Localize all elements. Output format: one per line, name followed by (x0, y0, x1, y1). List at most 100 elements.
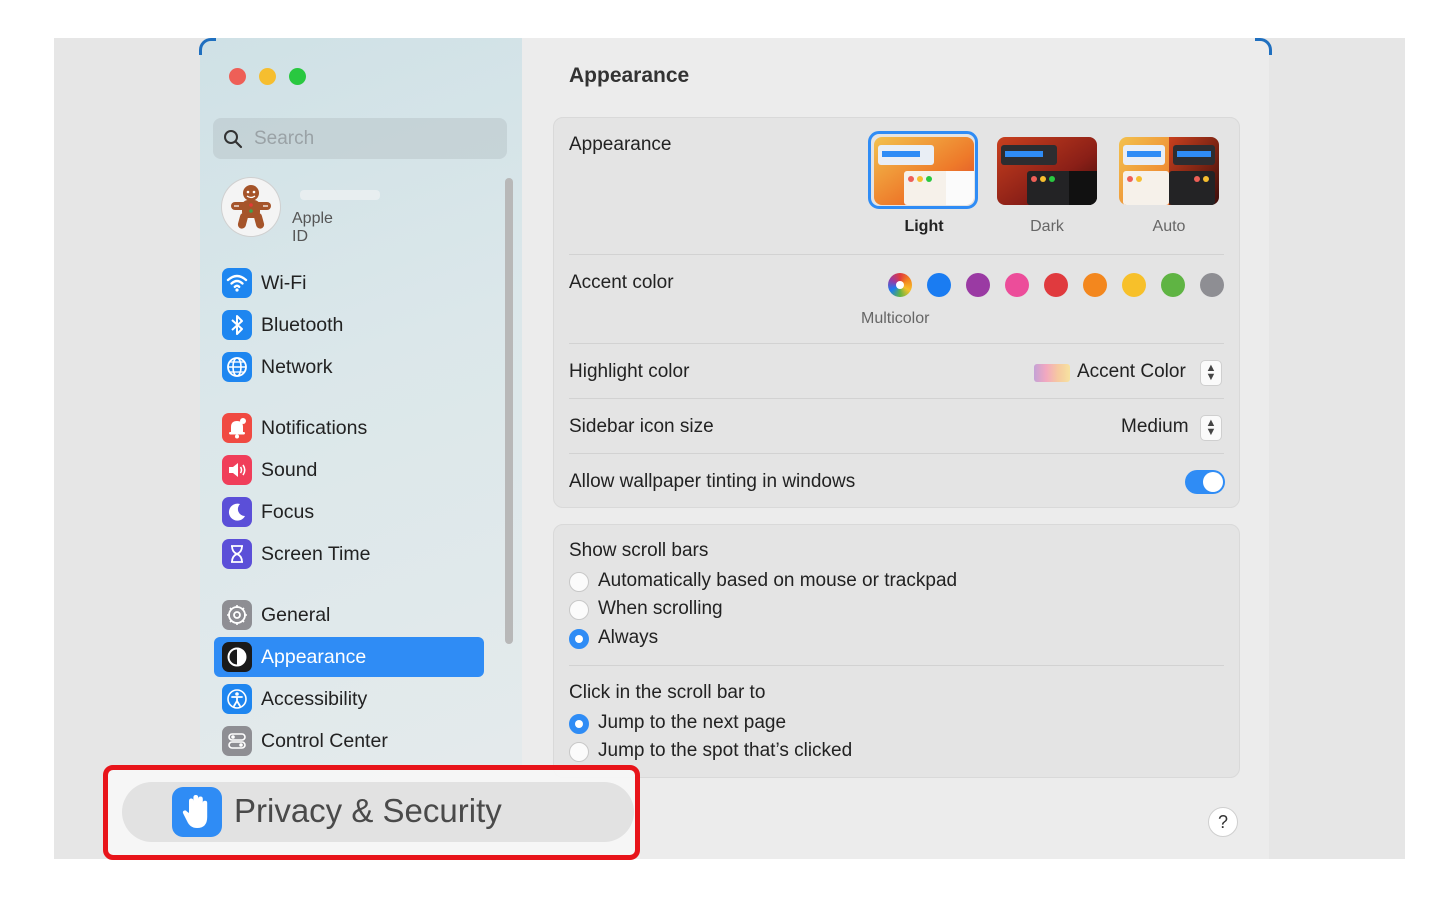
radio-jump-next-page-label[interactable]: Jump to the next page (598, 712, 786, 734)
multicolor-center-dot (896, 281, 904, 289)
hand-icon (172, 787, 222, 837)
sidebar-item-label: Network (261, 356, 333, 378)
search-placeholder: Search (254, 128, 315, 149)
accent-swatch-graphite[interactable] (1200, 273, 1224, 297)
sidebar-item-screen-time[interactable]: Screen Time (214, 534, 484, 574)
appearance-option-dark[interactable] (997, 137, 1097, 205)
appearance-option-dark-label: Dark (1030, 218, 1064, 235)
sidebar-item-label: Notifications (261, 417, 368, 439)
main-pane: Appearance Appearance Light Dark Auto Ac… (522, 38, 1269, 859)
gear-icon (222, 600, 252, 630)
sidebar-item-label: Control Center (261, 730, 388, 752)
gingerbread-avatar-icon (231, 185, 271, 229)
appearance-option-auto[interactable] (1119, 137, 1219, 205)
globe-icon (222, 352, 252, 382)
accent-swatch-pink[interactable] (1005, 273, 1029, 297)
help-button[interactable]: ? (1208, 807, 1238, 837)
appearance-panel: Appearance Light Dark Auto Accent color … (553, 117, 1240, 508)
avatar (222, 178, 280, 236)
speaker-icon (222, 455, 252, 485)
toggles-icon (222, 726, 252, 756)
sidebar-item-appearance[interactable]: Appearance (214, 637, 484, 677)
highlight-color-stepper[interactable]: ▲ ▼ (1200, 360, 1222, 386)
sidebar-item-focus[interactable]: Focus (214, 492, 484, 532)
accent-swatch-orange[interactable] (1083, 273, 1107, 297)
divider (569, 398, 1224, 399)
accessibility-icon (222, 684, 252, 714)
wallpaper-tinting-toggle[interactable] (1185, 470, 1225, 494)
sidebar-item-label: Bluetooth (261, 314, 344, 336)
show-scroll-bars-label: Show scroll bars (569, 540, 709, 561)
sidebar-item-network[interactable]: Network (214, 347, 484, 387)
sidebar-item-control-center[interactable]: Control Center (214, 721, 484, 761)
wifi-icon (222, 268, 252, 298)
appearance-label: Appearance (569, 134, 672, 155)
sidebar-icon-size-label: Sidebar icon size (569, 416, 714, 437)
accent-swatch-blue[interactable] (927, 273, 951, 297)
sidebar-icon-size-popup[interactable]: Medium (1121, 416, 1189, 438)
bell-icon (222, 413, 252, 443)
sidebar-item-sound[interactable]: Sound (214, 450, 484, 490)
divider (569, 343, 1224, 344)
page-title: Appearance (569, 64, 690, 87)
sidebar-item-accessibility[interactable]: Accessibility (214, 679, 484, 719)
highlight-color-popup[interactable]: Accent Color (1077, 361, 1186, 383)
privacy-security-callout: Privacy & Security (103, 765, 640, 860)
sidebar-item-label: Appearance (261, 646, 367, 668)
radio-scroll-when-scrolling[interactable] (569, 600, 589, 620)
sidebar-item-label: Focus (261, 501, 315, 523)
blurred-account-name (300, 190, 380, 200)
accent-swatch-yellow[interactable] (1122, 273, 1146, 297)
sidebar-scrollbar[interactable] (505, 178, 513, 644)
divider (569, 665, 1224, 666)
radio-scroll-automatic-label[interactable]: Automatically based on mouse or trackpad (598, 570, 957, 592)
appearance-option-light-label: Light (904, 218, 944, 235)
sidebar-item-bluetooth[interactable]: Bluetooth (214, 305, 484, 345)
sidebar-item-label: Accessibility (261, 688, 368, 710)
sidebar-item-label: Wi-Fi (261, 272, 307, 294)
wallpaper-tinting-label: Allow wallpaper tinting in windows (569, 471, 856, 492)
sidebar-item-notifications[interactable]: Notifications (214, 408, 484, 448)
minimize-button[interactable] (259, 68, 276, 85)
system-settings-window: Search Apple ID Wi-Fi Bluetooth Network … (200, 38, 1269, 859)
accent-swatch-red[interactable] (1044, 273, 1068, 297)
accent-swatch-purple[interactable] (966, 273, 990, 297)
highlight-color-label: Highlight color (569, 361, 690, 382)
radio-jump-to-spot-label[interactable]: Jump to the spot that’s clicked (598, 740, 852, 762)
window-corner-accent (199, 38, 216, 55)
sidebar-item-label: General (261, 604, 331, 626)
radio-scroll-always-label[interactable]: Always (598, 627, 658, 649)
radio-jump-to-spot[interactable] (569, 742, 589, 762)
search-field[interactable]: Search (213, 118, 507, 159)
chevron-updown-icon: ▲ ▼ (1205, 362, 1217, 383)
divider (569, 453, 1224, 454)
radio-scroll-always[interactable] (569, 629, 589, 649)
search-icon (224, 130, 243, 149)
accent-swatch-multicolor[interactable] (888, 273, 912, 297)
appearance-icon (222, 642, 252, 672)
privacy-security-label[interactable]: Privacy & Security (234, 792, 502, 830)
accent-selected-caption: Multicolor (861, 310, 930, 327)
sidebar-item-general[interactable]: General (214, 595, 484, 635)
scroll-bars-panel: Show scroll bars Automatically based on … (553, 524, 1240, 778)
sidebar-item-wifi[interactable]: Wi-Fi (214, 263, 484, 303)
radio-jump-next-page[interactable] (569, 714, 589, 734)
hourglass-icon (222, 539, 252, 569)
toggle-knob (1203, 472, 1223, 492)
radio-scroll-automatic[interactable] (569, 572, 589, 592)
zoom-button[interactable] (289, 68, 306, 85)
apple-id-label: Apple ID (292, 210, 333, 245)
chevron-updown-icon: ▲ ▼ (1205, 417, 1217, 438)
close-button[interactable] (229, 68, 246, 85)
accent-swatch-green[interactable] (1161, 273, 1185, 297)
accent-color-label: Accent color (569, 272, 674, 293)
sidebar-item-label: Screen Time (261, 543, 371, 565)
sidebar: Search Apple ID Wi-Fi Bluetooth Network … (200, 38, 523, 859)
moon-icon (222, 497, 252, 527)
sidebar-icon-size-stepper[interactable]: ▲ ▼ (1200, 415, 1222, 441)
appearance-option-auto-label: Auto (1152, 218, 1186, 235)
highlight-color-swatch (1034, 364, 1070, 382)
appearance-option-light[interactable] (874, 137, 974, 205)
radio-scroll-when-scrolling-label[interactable]: When scrolling (598, 598, 723, 620)
click-scroll-bar-label: Click in the scroll bar to (569, 682, 766, 703)
